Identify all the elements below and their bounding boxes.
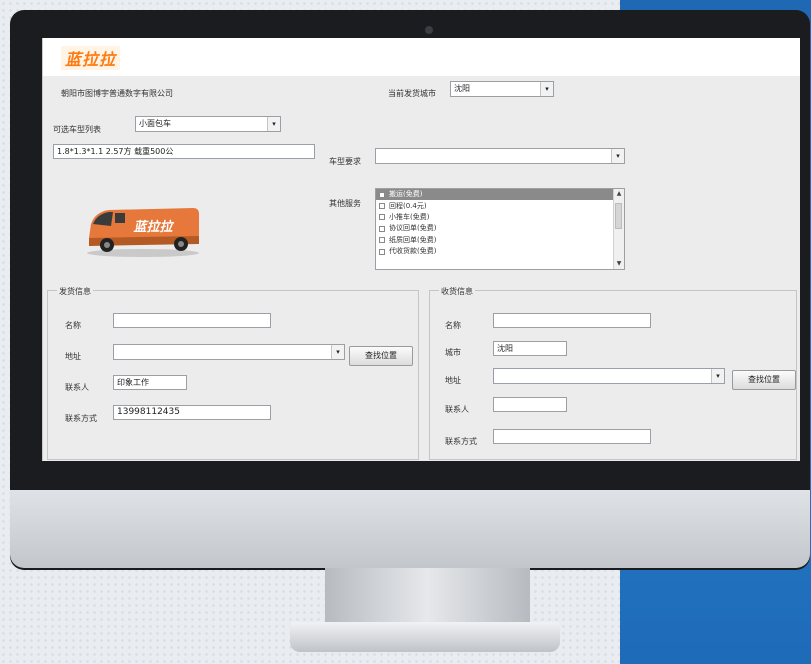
monitor-stand: [325, 568, 530, 630]
list-item-label: 小推车(免费): [389, 212, 430, 221]
vehicle-req-label: 车型要求: [329, 157, 361, 166]
checkbox[interactable]: [379, 248, 385, 255]
monitor-chin: [10, 490, 810, 568]
sender-phone-field[interactable]: 13998112435: [113, 405, 271, 420]
checkbox[interactable]: [379, 191, 385, 198]
other-services-list[interactable]: 搬运(免费) 回程(0.4元) 小推车(免费) 协议回单(免费) 纸质回单(免费) 代收货…: [375, 188, 625, 270]
list-item-label: 搬运(免费): [389, 190, 423, 199]
sender-find-location-button[interactable]: 查找位置: [349, 346, 413, 366]
list-item[interactable]: 纸质回单(免费): [376, 235, 624, 246]
list-item-label: 纸质回单(免费): [389, 235, 437, 244]
sender-address-label: 地址: [65, 352, 81, 361]
receiver-contact-field[interactable]: [493, 397, 567, 412]
list-item[interactable]: 回程(0.4元): [376, 200, 624, 211]
chevron-down-icon[interactable]: ▾: [611, 149, 624, 163]
vehicle-req-select[interactable]: ▾: [375, 148, 625, 164]
list-item[interactable]: 协议回单(免费): [376, 223, 624, 234]
chevron-down-icon[interactable]: ▾: [267, 117, 280, 131]
company-name: 朝阳市图博宇普通数字有限公司: [61, 89, 173, 98]
truck-image: 蓝拉拉: [87, 208, 199, 257]
scrollbar-thumb[interactable]: [615, 203, 622, 229]
other-services-label: 其他服务: [329, 199, 361, 208]
truck-brand-text: 蓝拉拉: [133, 219, 174, 235]
receiver-city-field[interactable]: 沈阳: [493, 341, 567, 356]
sender-name-label: 名称: [65, 321, 81, 330]
list-item-label: 协议回单(免费): [389, 224, 437, 233]
chevron-down-icon[interactable]: ▾: [711, 369, 724, 383]
vehicle-list-label: 可选车型列表: [53, 125, 101, 134]
scroll-down-icon[interactable]: ▼: [614, 259, 624, 269]
sender-title: 发货信息: [57, 286, 93, 297]
receiver-address-select[interactable]: ▾: [493, 368, 725, 384]
chevron-down-icon[interactable]: ▾: [540, 82, 553, 96]
chevron-down-icon[interactable]: ▾: [331, 345, 344, 359]
current-city-select[interactable]: 沈阳 ▾: [450, 81, 554, 97]
sender-phone-label: 联系方式: [65, 414, 97, 423]
list-item-label: 回程(0.4元): [389, 201, 427, 210]
receiver-name-field[interactable]: [493, 313, 651, 328]
list-item[interactable]: 代收货款(免费): [376, 246, 624, 257]
receiver-city-label: 城市: [445, 348, 461, 357]
app-header: 蓝拉拉: [43, 38, 800, 76]
list-item[interactable]: 小推车(免费): [376, 212, 624, 223]
monitor-base: [290, 622, 560, 652]
sender-address-select[interactable]: ▾: [113, 344, 345, 360]
scrollbar[interactable]: ▲ ▼: [613, 189, 624, 269]
checkbox[interactable]: [379, 237, 385, 244]
sender-contact-field[interactable]: 印象工作: [113, 375, 187, 390]
vehicle-type-select[interactable]: 小面包车 ▾: [135, 116, 281, 132]
checkbox[interactable]: [379, 214, 385, 221]
receiver-title: 收货信息: [439, 286, 475, 297]
vehicle-spec-field[interactable]: 1.8*1.3*1.1 2.57方 载重500公: [53, 144, 315, 159]
receiver-contact-label: 联系人: [445, 405, 469, 414]
sender-name-field[interactable]: [113, 313, 271, 328]
receiver-phone-label: 联系方式: [445, 437, 477, 446]
current-city-label: 当前发货城市: [388, 89, 436, 98]
app-window: 蓝拉拉 朝阳市图博宇普通数字有限公司 当前发货城市 沈阳 ▾ 可选车型列表 小面…: [42, 38, 800, 461]
camera-icon: [425, 26, 433, 34]
sender-contact-label: 联系人: [65, 383, 89, 392]
checkbox[interactable]: [379, 203, 385, 210]
app-logo: 蓝拉拉: [61, 46, 121, 70]
vehicle-type-value: 小面包车: [139, 119, 171, 128]
receiver-name-label: 名称: [445, 321, 461, 330]
receiver-find-location-button[interactable]: 查找位置: [732, 370, 796, 390]
list-item-label: 代收货款(免费): [389, 247, 437, 256]
receiver-phone-field[interactable]: [493, 429, 651, 444]
scroll-up-icon[interactable]: ▲: [614, 189, 624, 199]
current-city-value: 沈阳: [454, 84, 470, 93]
checkbox[interactable]: [379, 225, 385, 232]
list-item[interactable]: 搬运(免费): [376, 189, 614, 201]
receiver-address-label: 地址: [445, 376, 461, 385]
